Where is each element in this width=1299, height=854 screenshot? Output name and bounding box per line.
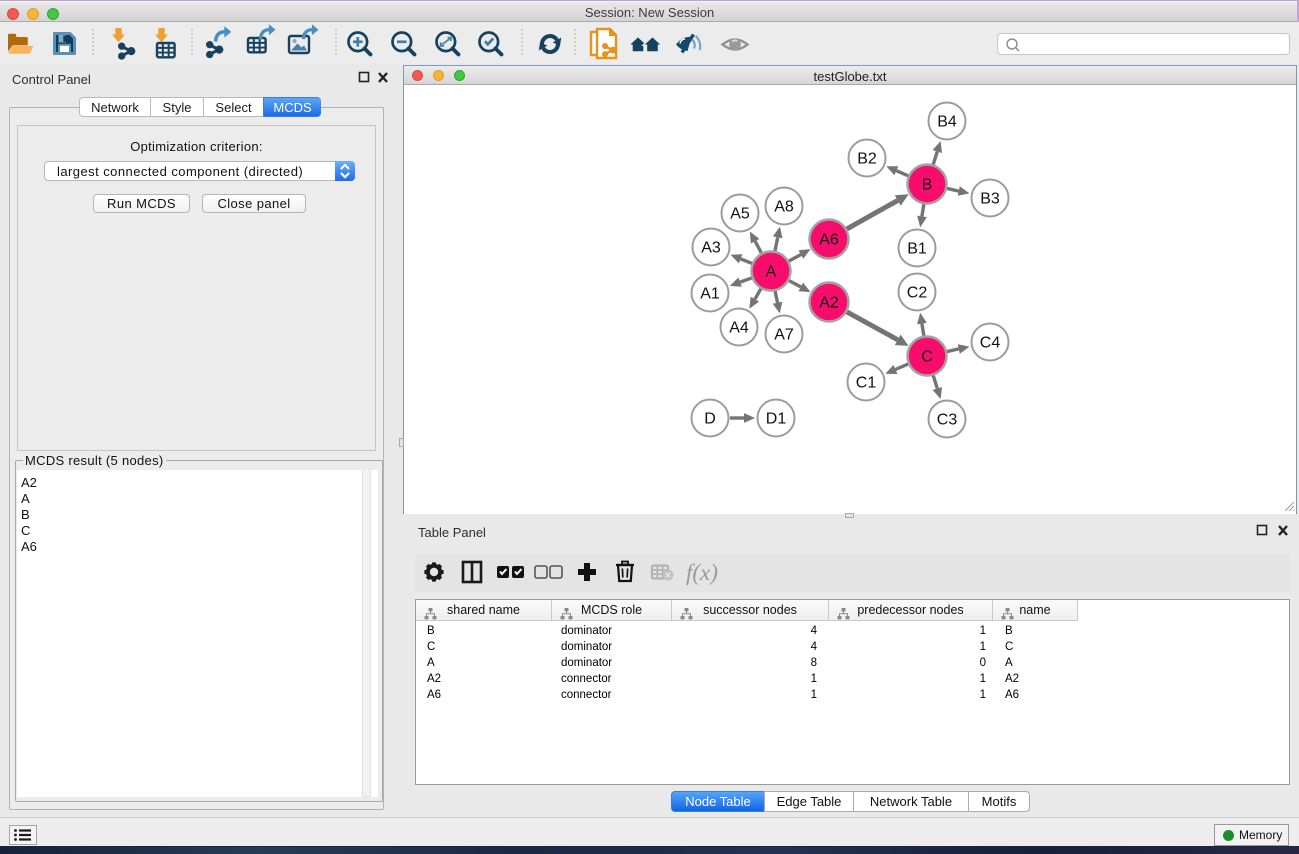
svg-text:A6: A6 [819, 232, 839, 249]
svg-text:C3: C3 [937, 412, 958, 429]
svg-text:D1: D1 [766, 411, 787, 428]
svg-text:B: B [922, 177, 933, 194]
svg-text:C1: C1 [856, 375, 877, 392]
svg-text:f(x): f(x) [686, 560, 718, 585]
svg-text:A3: A3 [701, 240, 721, 257]
svg-text:B1: B1 [907, 241, 927, 258]
svg-text:A8: A8 [774, 199, 794, 216]
svg-text:A7: A7 [774, 327, 794, 344]
svg-text:C: C [921, 349, 933, 366]
svg-text:C4: C4 [980, 335, 1001, 352]
svg-text:A4: A4 [729, 320, 749, 337]
svg-text:A2: A2 [819, 295, 839, 312]
svg-text:B3: B3 [980, 191, 1000, 208]
svg-text:A1: A1 [700, 286, 720, 303]
svg-text:B2: B2 [857, 151, 877, 168]
svg-text:A: A [766, 264, 777, 281]
svg-text:C2: C2 [907, 285, 928, 302]
svg-text:D: D [704, 411, 716, 428]
svg-text:B4: B4 [937, 114, 957, 131]
svg-text:A5: A5 [730, 206, 750, 223]
